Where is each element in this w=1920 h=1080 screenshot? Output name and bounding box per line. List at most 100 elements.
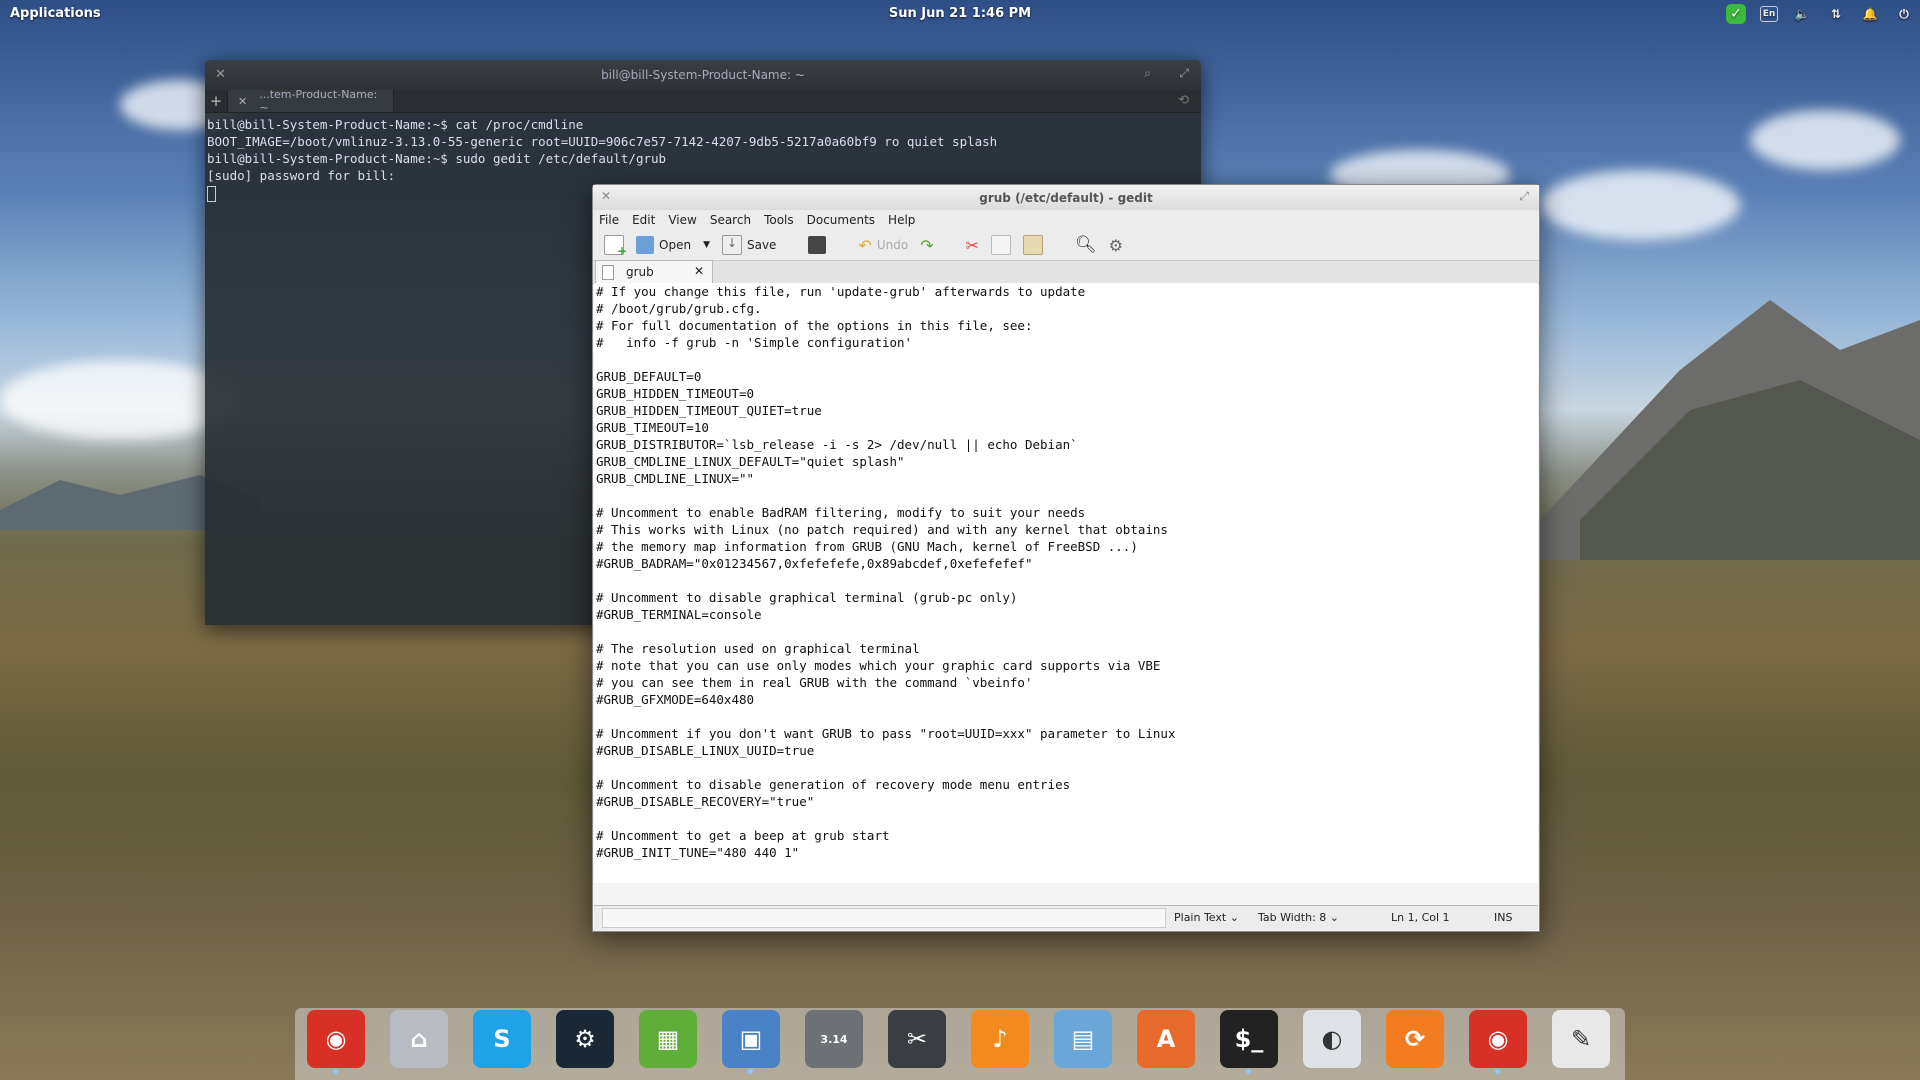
new-button[interactable]: +: [601, 232, 627, 258]
cloud: [0, 360, 240, 440]
maximize-icon[interactable]: ⤢: [1519, 189, 1529, 204]
running-indicator: [1495, 1069, 1500, 1074]
dock-item-spreadsheet[interactable]: ▦: [638, 1008, 698, 1070]
search-icon[interactable]: ⌕: [1144, 66, 1151, 81]
menu-view[interactable]: View: [668, 213, 696, 227]
dock-item-switchboard[interactable]: ◐: [1302, 1008, 1362, 1070]
gedit-window: ✕ grub (/etc/default) - gedit ⤢ File Edi…: [592, 184, 1540, 932]
dock-item-image-viewer[interactable]: ▣: [721, 1008, 781, 1074]
terminal-title: bill@bill-System-Product-Name: ~: [601, 68, 805, 82]
close-tab-icon[interactable]: ✕: [238, 95, 247, 108]
dock-item-text-editor[interactable]: ✎: [1551, 1008, 1611, 1070]
copy-button[interactable]: [988, 232, 1014, 258]
new-tab-icon[interactable]: +: [205, 92, 227, 110]
photos-icon: ▤: [1054, 1010, 1112, 1068]
maximize-icon[interactable]: ⤢: [1179, 66, 1189, 81]
tab-width-label: Tab Width: 8: [1258, 911, 1327, 924]
redo-button[interactable]: ↷: [917, 232, 936, 258]
dock-item-music[interactable]: ♪: [970, 1008, 1030, 1070]
app-center-icon: A: [1137, 1010, 1195, 1068]
keyboard-lang-icon[interactable]: En: [1760, 6, 1778, 22]
chevron-down-icon: ⌄: [1329, 911, 1339, 924]
undo-icon: ↶: [858, 235, 872, 255]
copy-icon: [991, 235, 1012, 255]
check-icon[interactable]: ✓: [1726, 4, 1746, 24]
save-label: Save: [746, 238, 777, 252]
text-editor-area[interactable]: # If you change this file, run 'update-g…: [594, 283, 1538, 883]
menu-tools[interactable]: Tools: [764, 213, 794, 227]
save-button[interactable]: ↓ Save: [719, 232, 779, 258]
network-icon[interactable]: ⇅: [1826, 4, 1846, 24]
system-tray: ✓ En 🔈 ⇅ 🔔 ⏻: [1726, 4, 1914, 24]
toolbar: + Open ▼ ↓ Save ↶ Undo ↷ ✂ 🔍︎ ⚙: [593, 230, 1539, 261]
terminal-line: bill@bill-System-Product-Name:~$ sudo ge…: [207, 151, 667, 166]
terminal-tab[interactable]: ✕ ...tem-Product-Name: ~: [227, 88, 394, 114]
menu-edit[interactable]: Edit: [632, 213, 655, 227]
open-dropdown[interactable]: ▼: [700, 232, 713, 258]
dock-item-skype[interactable]: S: [472, 1008, 532, 1070]
dock-item-calculator[interactable]: 3.14: [804, 1008, 864, 1070]
menu-search[interactable]: Search: [710, 213, 751, 227]
find-replace-icon: ⚙: [1108, 235, 1123, 255]
clock[interactable]: Sun Jun 21 1:46 PM: [0, 6, 1920, 21]
paste-button[interactable]: [1020, 232, 1046, 258]
gedit-title: grub (/etc/default) - gedit: [979, 190, 1153, 205]
language-label: Plain Text: [1174, 911, 1227, 924]
menu-file[interactable]: File: [599, 213, 619, 227]
close-icon[interactable]: ✕: [215, 67, 226, 82]
history-icon[interactable]: ⟲: [1178, 93, 1189, 108]
mountain: [1540, 300, 1920, 560]
skype-icon: S: [473, 1010, 531, 1068]
steam-icon: ⚙: [556, 1010, 614, 1068]
open-label: Open: [659, 238, 692, 252]
notification-icon[interactable]: 🔔: [1860, 4, 1880, 24]
close-tab-icon[interactable]: ✕: [694, 264, 704, 278]
power-icon[interactable]: ⏻: [1894, 4, 1914, 24]
status-bar: Plain Text ⌄ Tab Width: 8 ⌄ Ln 1, Col 1 …: [594, 905, 1538, 930]
dock-item-photos[interactable]: ▤: [1053, 1008, 1113, 1070]
new-document-icon: +: [604, 235, 627, 258]
close-icon[interactable]: ✕: [601, 189, 611, 203]
cursor-position: Ln 1, Col 1: [1391, 911, 1450, 924]
terminal-titlebar[interactable]: ✕ bill@bill-System-Product-Name: ~ ⌕ ⤢: [205, 60, 1201, 90]
gedit-titlebar[interactable]: ✕ grub (/etc/default) - gedit ⤢: [593, 185, 1539, 210]
language-selector[interactable]: Plain Text ⌄: [1174, 911, 1239, 924]
paste-icon: [1023, 235, 1044, 255]
dock-item-steam[interactable]: ⚙: [555, 1008, 615, 1070]
dock-item-software-update[interactable]: ⟳: [1385, 1008, 1445, 1070]
text-editor-icon: ✎: [1552, 1010, 1610, 1068]
dock-item-app-center[interactable]: A: [1136, 1008, 1196, 1070]
menu-documents[interactable]: Documents: [807, 213, 875, 227]
tab-width-selector[interactable]: Tab Width: 8 ⌄: [1258, 911, 1339, 924]
terminal-icon: $_: [1220, 1010, 1278, 1068]
dock-item-files[interactable]: ⌂: [389, 1008, 449, 1070]
document-tab[interactable]: grub ✕: [595, 260, 713, 283]
dock-item-terminal[interactable]: $_: [1219, 1008, 1279, 1074]
volume-icon[interactable]: 🔈: [1792, 4, 1812, 24]
calculator-icon: 3.14: [805, 1010, 863, 1068]
search-icon: 🔍︎: [1075, 235, 1097, 255]
running-indicator: [333, 1069, 338, 1074]
insert-mode: INS: [1494, 911, 1513, 924]
open-button[interactable]: Open: [633, 232, 694, 258]
cloud: [1750, 110, 1900, 170]
menu-help[interactable]: Help: [888, 213, 915, 227]
terminal-tab-label: ...tem-Product-Name: ~: [259, 88, 378, 114]
cut-button[interactable]: ✂: [963, 232, 982, 258]
dock-item-screenshot[interactable]: ✂: [887, 1008, 947, 1070]
menu-bar: File Edit View Search Tools Documents He…: [593, 210, 1539, 230]
undo-button[interactable]: ↶ Undo: [855, 232, 911, 258]
replace-button[interactable]: ⚙: [1106, 232, 1126, 258]
dock-item-chrome[interactable]: ◉: [306, 1008, 366, 1074]
redo-icon: ↷: [920, 235, 934, 255]
chrome-icon-2: ◉: [1469, 1010, 1527, 1068]
terminal-tabbar: + ✕ ...tem-Product-Name: ~ ⟲: [205, 88, 1201, 114]
find-button[interactable]: 🔍︎: [1072, 232, 1100, 258]
cut-icon: ✂: [965, 235, 980, 255]
image-viewer-icon: ▣: [722, 1010, 780, 1068]
save-icon: ↓: [721, 235, 742, 255]
dock-item-chrome-2[interactable]: ◉: [1468, 1008, 1528, 1074]
spreadsheet-icon: ▦: [639, 1010, 697, 1068]
chevron-down-icon: ⌄: [1229, 911, 1239, 924]
print-button[interactable]: [805, 232, 829, 258]
